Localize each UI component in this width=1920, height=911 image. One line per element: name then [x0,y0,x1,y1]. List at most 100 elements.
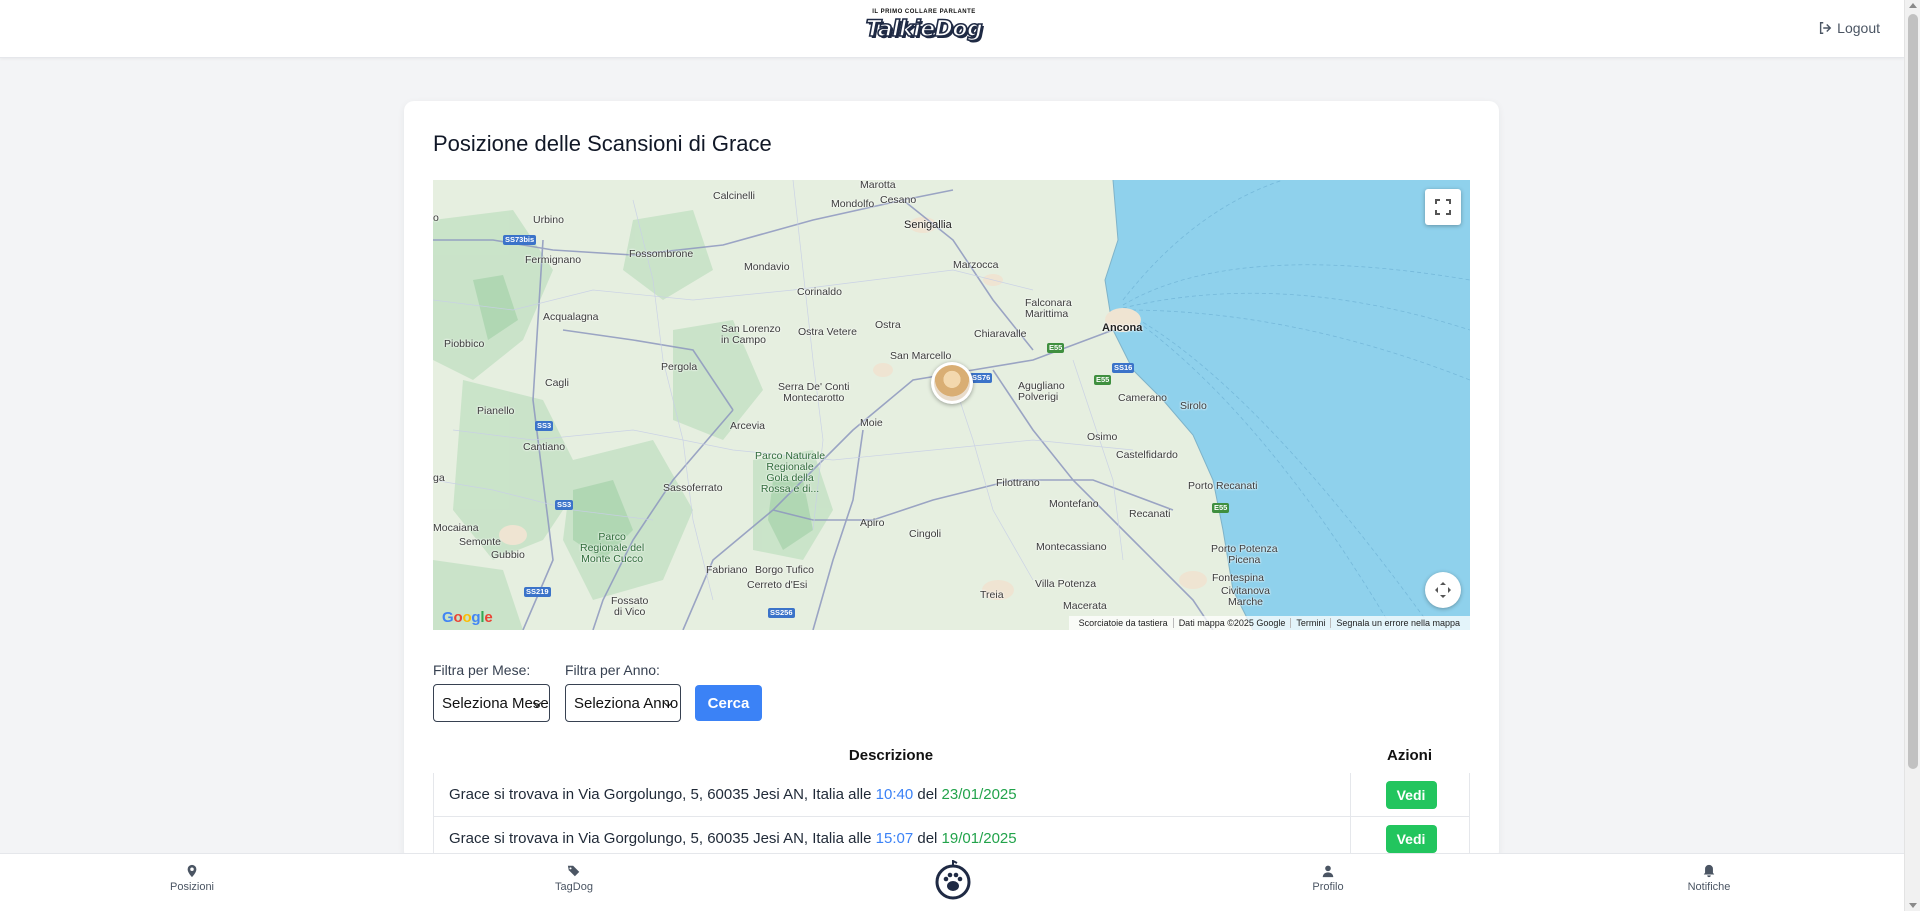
map-label-parco-gola: Parco Naturale Regionale Gola della Ross… [755,450,826,495]
map-label-semonte: Semonte [459,536,502,548]
scroll-down-arrow-icon[interactable] [1909,903,1917,908]
row-text-joiner: del [913,786,942,803]
road-badge-ss73bis: SS73bis [503,235,537,245]
logout-label: Logout [1837,20,1880,36]
map-label-sassoferrato: Sassoferrato [663,482,723,494]
map-label-arcevia: Arcevia [730,420,766,432]
bottom-navigation: Posizioni TagDog Profilo Notifiche [0,853,1904,911]
row-time: 15:07 [875,830,914,847]
search-button[interactable]: Cerca [695,685,762,721]
map-label-osimo: Osimo [1087,431,1118,443]
map-label-mocaiana: Mocaiana [433,522,479,534]
map-label-mondolfo: Mondolfo [831,198,875,210]
nav-item-notifiche[interactable]: Notifiche [1669,864,1749,893]
user-icon [1322,865,1334,878]
road-badge-ss16: SS16 [1112,363,1135,373]
map-label-borgo-tufico: Borgo Tufico [755,564,814,576]
bell-icon [1703,864,1715,878]
map-label-edge-ga: ga [433,472,445,484]
map-label-acqualagna: Acqualagna [543,311,599,323]
page-scrollbar[interactable] [1904,0,1920,911]
report-error-link[interactable]: Segnala un errore nella mappa [1330,618,1465,628]
road-badge-ss3-south: SS3 [555,500,574,510]
year-filter-label: Filtra per Anno: [565,662,660,678]
map-label-chiaravalle: Chiaravalle [974,328,1027,340]
map-label-porto-recanati: Porto Recanati [1188,480,1258,492]
map-label-pergola: Pergola [661,361,698,373]
map-label-camerano: Camerano [1118,392,1168,404]
map-label-fabriano: Fabriano [706,564,748,576]
map-label-ostra-vetere: Ostra Vetere [798,326,857,338]
map-label-montefano: Montefano [1049,498,1099,510]
scans-table: Descrizione Azioni Grace si trovava in V… [433,738,1470,861]
map-label-corinaldo: Corinaldo [797,286,842,298]
view-button[interactable]: Vedi [1385,824,1437,853]
nav-home-paw-button[interactable] [934,859,972,900]
map-attribution: Scorciatoie da tastiera Dati mappa ©2025… [1068,616,1470,630]
scroll-thumb[interactable] [1908,14,1918,769]
dog-location-marker[interactable] [931,362,973,404]
view-button[interactable]: Vedi [1385,780,1437,809]
nav-item-tagdog[interactable]: TagDog [534,864,614,893]
map-label-macerata: Macerata [1063,600,1107,612]
road-badge-ss3-north: SS3 [535,421,554,431]
row-description: Grace si trovava in Via Gorgolungo, 5, 6… [449,786,1017,803]
month-select[interactable]: Seleziona Mese [433,684,550,722]
tags-icon [567,865,580,877]
map-label-fontespina: Fontespina [1212,572,1264,584]
column-header-actions: Azioni [1387,747,1432,764]
map-label-san-lorenzo: San Lorenzo in Campo [721,323,781,346]
map-label-montecassiano: Montecassiano [1036,541,1107,553]
map-label-mondavio: Mondavio [744,261,790,273]
talkiedog-logo[interactable]: IL PRIMO COLLARE PARLANTE TalkieDog [858,9,990,49]
road-badge-ss76: SS76 [970,373,993,383]
map-pin-icon [187,864,197,878]
road-badge-ss219: SS219 [524,587,551,597]
map-label-serra: Serra De' Conti Montecarotto [778,381,850,404]
table-row: Grace si trovava in Via Gorgolungo, 5, 6… [433,773,1470,817]
nav-item-posizioni[interactable]: Posizioni [152,864,232,893]
scroll-up-arrow-icon[interactable] [1909,3,1917,8]
map-label-gubbio: Gubbio [491,549,525,561]
road-badge-e55-north: E55 [1047,343,1065,353]
table-header: Descrizione Azioni [433,738,1470,773]
map-label-fermignano: Fermignano [525,254,582,266]
logo-tagline: IL PRIMO COLLARE PARLANTE [872,9,976,15]
fullscreen-icon [1435,199,1451,215]
terms-link[interactable]: Termini [1290,618,1330,628]
road-badge-e55-south: E55 [1212,503,1230,513]
paw-logo-icon [935,859,971,900]
map-label-senigallia: Senigallia [904,219,952,231]
map-label-porto-potenza: Porto Potenza Picena [1211,543,1278,566]
top-header: IL PRIMO COLLARE PARLANTE TalkieDog Logo… [0,0,1904,58]
map-camera-control-button[interactable] [1425,572,1461,608]
row-text-joiner: del [913,830,942,847]
nav-label-profilo: Profilo [1312,881,1344,893]
column-header-description: Descrizione [848,747,934,764]
year-select[interactable]: Seleziona Anno [565,684,681,722]
logout-button[interactable]: Logout [1818,20,1880,36]
map-label-ostra: Ostra [875,319,901,331]
nav-item-profilo[interactable]: Profilo [1288,864,1368,893]
nav-label-posizioni: Posizioni [169,881,215,893]
map-label-villa-potenza: Villa Potenza [1035,578,1097,590]
row-text: Grace si trovava in Via Gorgolungo, 5, 6… [449,786,876,803]
map-fullscreen-button[interactable] [1425,189,1461,225]
google-map[interactable]: o Calcinelli Marotta Mondolfo Cesano Sen… [433,180,1470,630]
map-label-civitanova: Civitanova Marche [1221,585,1271,608]
map-label-recanati: Recanati [1129,508,1171,520]
map-label-pianello: Pianello [477,405,515,417]
map-label-urbino: Urbino [533,214,564,226]
logo-text: TalkieDog [865,16,984,43]
dog-avatar [934,365,970,401]
map-label-marzocca: Marzocca [953,259,999,271]
map-label-apiro: Apiro [860,517,885,529]
map-label-falconara: Falconara Marittima [1025,297,1072,320]
map-label-treia: Treia [980,589,1004,601]
google-logo[interactable]: Google [442,609,493,626]
road-badge-e55-mid: E55 [1094,375,1112,385]
map-label-filottrano: Filottrano [996,477,1040,489]
row-date: 23/01/2025 [941,786,1017,803]
keyboard-shortcuts-link[interactable]: Scorciatoie da tastiera [1074,618,1173,628]
road-badge-ss256: SS256 [768,608,795,618]
